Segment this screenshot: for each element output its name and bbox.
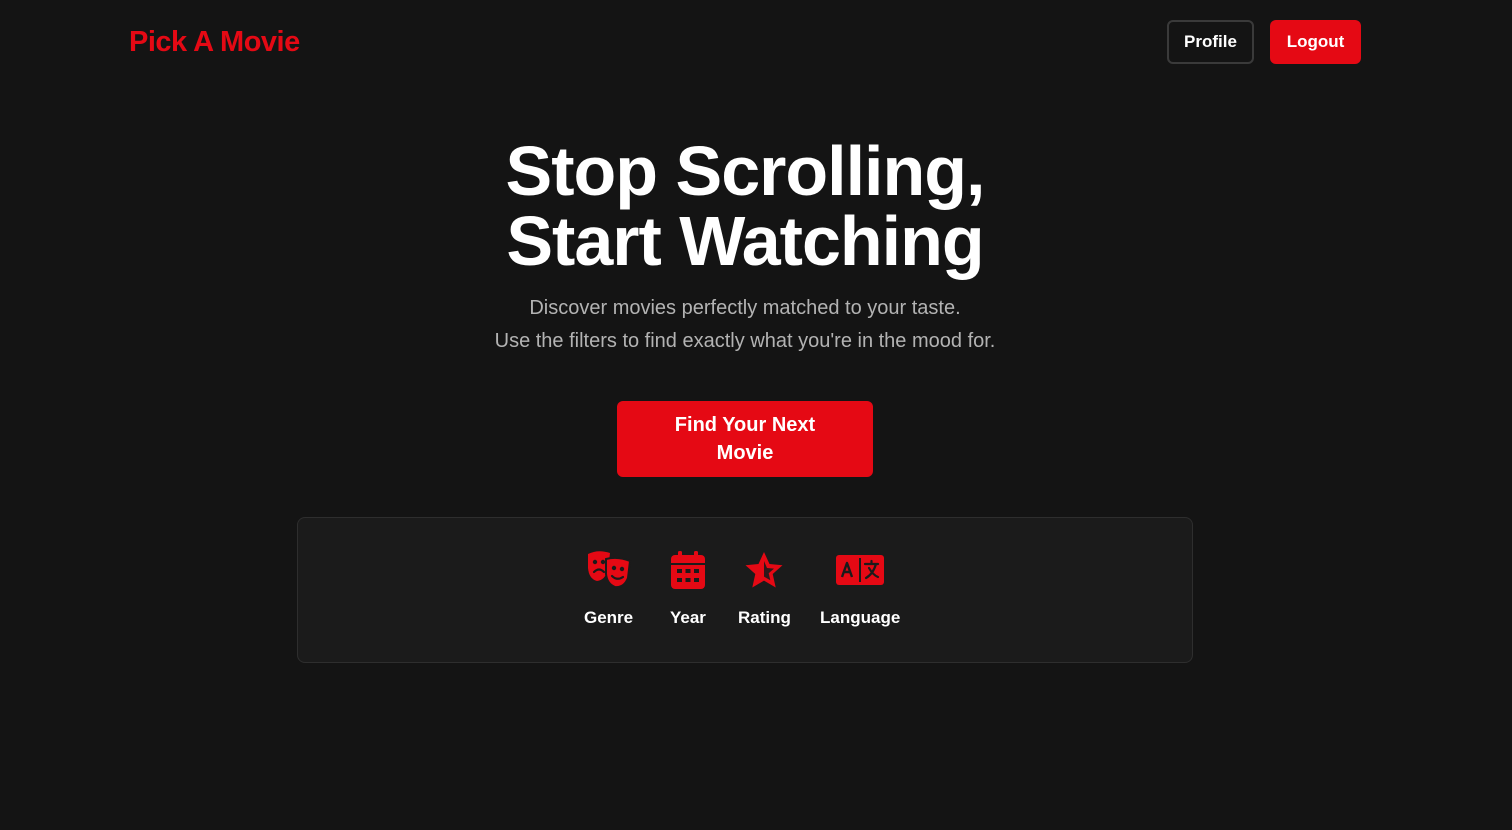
language-icon xyxy=(836,548,885,592)
filter-language-label: Language xyxy=(820,608,901,627)
hero-section: Stop Scrolling, Start Watching Discover … xyxy=(0,136,1490,358)
filter-year-label: Year xyxy=(670,608,706,627)
find-movie-button[interactable]: Find Your Next Movie xyxy=(617,401,873,477)
filter-language[interactable]: Language xyxy=(820,548,900,628)
hero-title-line-2: Start Watching xyxy=(506,202,984,280)
profile-button[interactable]: Profile xyxy=(1167,20,1254,64)
hero-subtitle-line-2: Use the filters to find exactly what you… xyxy=(494,330,996,352)
brand-logo[interactable]: Pick A Movie xyxy=(129,24,300,60)
hero-title: Stop Scrolling, Start Watching xyxy=(0,136,1490,276)
theater-masks-icon xyxy=(586,548,632,592)
star-icon xyxy=(744,548,784,592)
logout-button[interactable]: Logout xyxy=(1270,20,1361,64)
filter-rating[interactable]: Rating xyxy=(738,548,791,628)
page: Pick A Movie Profile Logout Stop Scrolli… xyxy=(0,0,1512,830)
hero-subtitle: Discover movies perfectly matched to you… xyxy=(0,292,1490,358)
filter-rating-label: Rating xyxy=(738,608,791,627)
hero-subtitle-line-1: Discover movies perfectly matched to you… xyxy=(529,297,961,319)
filter-genre[interactable]: Genre xyxy=(584,548,633,628)
filter-year[interactable]: Year xyxy=(670,548,706,628)
filters-card: Genre Year Rating Language xyxy=(297,517,1193,663)
filter-genre-label: Genre xyxy=(584,608,634,627)
header-nav: Profile Logout xyxy=(1167,20,1361,64)
calendar-icon xyxy=(670,548,705,592)
hero-title-line-1: Stop Scrolling, xyxy=(505,132,986,210)
